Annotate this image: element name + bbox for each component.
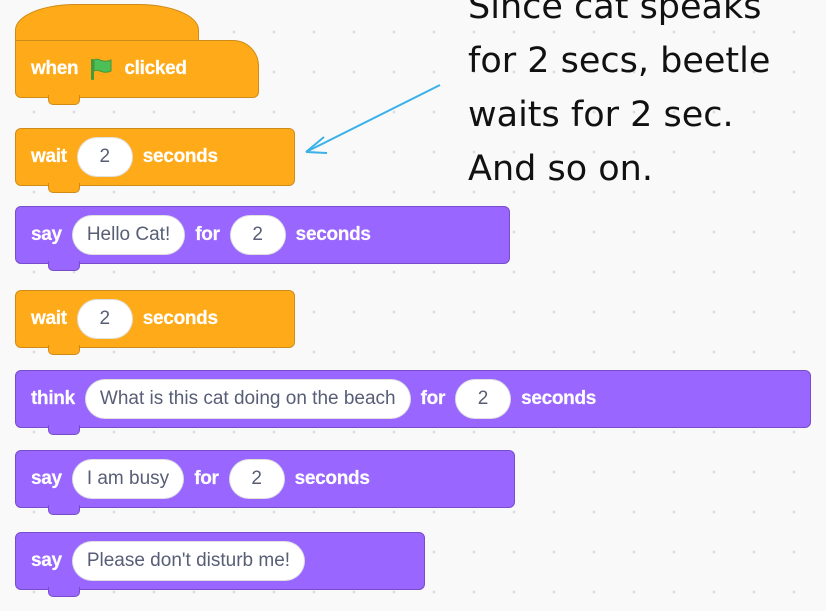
green-flag-icon (91, 58, 112, 80)
annotation-line: waits for 2 sec. (468, 95, 734, 135)
say-for-secs-block[interactable]: say Hello Cat! for 2 seconds (15, 206, 510, 271)
think-for-secs-block[interactable]: think What is this cat doing on the beac… (15, 370, 811, 435)
block-keyword: seconds (142, 146, 219, 167)
say-message-input[interactable]: Please don't disturb me! (71, 541, 306, 581)
block-keyword: seconds (521, 388, 597, 409)
wait-seconds-input[interactable]: 2 (76, 299, 133, 339)
annotation-line: for 2 secs, beetle (468, 41, 771, 81)
wait-block[interactable]: wait 2 seconds (15, 290, 295, 355)
block-keyword: for (194, 468, 219, 489)
when-flag-clicked-block[interactable]: when clicked (15, 40, 259, 105)
think-seconds-input[interactable]: 2 (455, 379, 512, 419)
wait-seconds-input[interactable]: 2 (76, 137, 133, 177)
wait-block[interactable]: wait 2 seconds (15, 128, 295, 193)
block-keyword: for (195, 224, 220, 245)
say-for-secs-block[interactable]: say I am busy for 2 seconds (15, 450, 515, 515)
annotation-line: And so on. (468, 149, 653, 189)
say-block[interactable]: say Please don't disturb me! (15, 532, 425, 597)
say-seconds-input[interactable]: 2 (229, 215, 286, 255)
block-keyword: for (420, 388, 446, 409)
annotation-line: Since cat speaks (468, 0, 762, 27)
say-seconds-input[interactable]: 2 (228, 459, 285, 499)
block-keyword: seconds (295, 224, 372, 245)
block-keyword: wait (31, 146, 67, 167)
block-keyword: seconds (294, 468, 371, 489)
block-keyword: say (31, 224, 62, 245)
block-keyword: say (31, 468, 62, 489)
block-keyword: wait (31, 308, 67, 329)
block-keyword: say (31, 550, 62, 571)
think-message-input[interactable]: What is this cat doing on the beach (84, 379, 411, 419)
block-keyword: when (31, 58, 79, 79)
say-message-input[interactable]: I am busy (71, 459, 185, 499)
block-keyword: seconds (142, 308, 219, 329)
block-keyword: clicked (124, 58, 187, 79)
block-keyword: think (31, 388, 75, 409)
say-message-input[interactable]: Hello Cat! (71, 215, 186, 255)
annotation-text: Since cat speaks for 2 secs, beetle wait… (468, 0, 826, 196)
